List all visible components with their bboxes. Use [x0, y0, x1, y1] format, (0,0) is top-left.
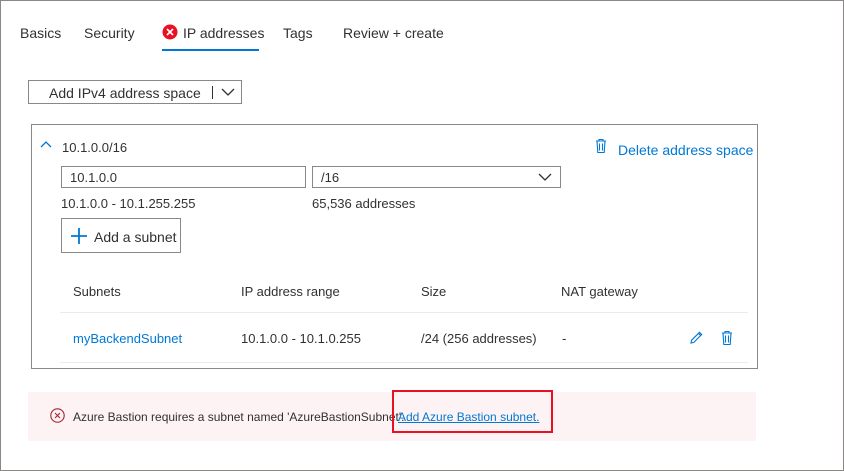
error-message-text: Azure Bastion requires a subnet named 'A… [73, 410, 405, 424]
add-ipv4-label: Add IPv4 address space [49, 85, 201, 101]
address-space-title: 10.1.0.0/16 [62, 140, 128, 155]
trash-icon[interactable] [720, 330, 734, 346]
address-input[interactable]: 10.1.0.0 [61, 166, 306, 188]
chevron-up-icon[interactable] [40, 140, 52, 148]
subnet-size: /24 (256 addresses) [421, 331, 537, 346]
active-tab-indicator [162, 49, 259, 51]
delete-address-space-label: Delete address space [618, 142, 754, 158]
chevron-down-icon [538, 173, 552, 181]
subnet-name-link[interactable]: myBackendSubnet [73, 331, 182, 346]
highlight-box [392, 390, 553, 433]
table-divider [60, 362, 748, 363]
separator [212, 86, 213, 99]
trash-icon [596, 138, 606, 154]
plus-icon [71, 228, 87, 244]
address-count-text: 65,536 addresses [312, 196, 416, 211]
error-icon [162, 24, 178, 40]
tab-review-create[interactable]: Review + create [343, 25, 444, 41]
column-header-size: Size [421, 284, 447, 299]
add-subnet-button[interactable]: Add a subnet [61, 218, 181, 253]
column-header-nat-gateway: NAT gateway [561, 284, 638, 299]
error-circle-icon [50, 408, 65, 423]
wizard-tabs: Basics Security IP addresses Tags Review… [0, 0, 844, 60]
prefix-value: /16 [321, 170, 340, 185]
add-subnet-label: Add a subnet [94, 229, 177, 245]
edit-pencil-icon[interactable] [689, 330, 704, 345]
chevron-down-icon [221, 88, 235, 96]
address-range-text: 10.1.0.0 - 10.1.255.255 [61, 196, 196, 211]
tab-basics[interactable]: Basics [20, 25, 61, 41]
tab-security[interactable]: Security [84, 25, 135, 41]
prefix-dropdown[interactable]: /16 [312, 166, 561, 188]
delete-address-space-button[interactable]: Delete address space [594, 138, 753, 158]
address-input-value: 10.1.0.0 [70, 170, 117, 185]
column-header-subnets: Subnets [73, 284, 121, 299]
tab-ip-addresses[interactable]: IP addresses [183, 25, 264, 41]
subnet-range: 10.1.0.0 - 10.1.0.255 [241, 331, 361, 346]
table-divider [60, 312, 748, 313]
subnet-nat-gateway: - [562, 331, 567, 346]
column-header-ip-range: IP address range [241, 284, 340, 299]
add-ipv4-address-space-dropdown[interactable]: Add IPv4 address space [28, 80, 242, 104]
tab-tags[interactable]: Tags [283, 25, 313, 41]
